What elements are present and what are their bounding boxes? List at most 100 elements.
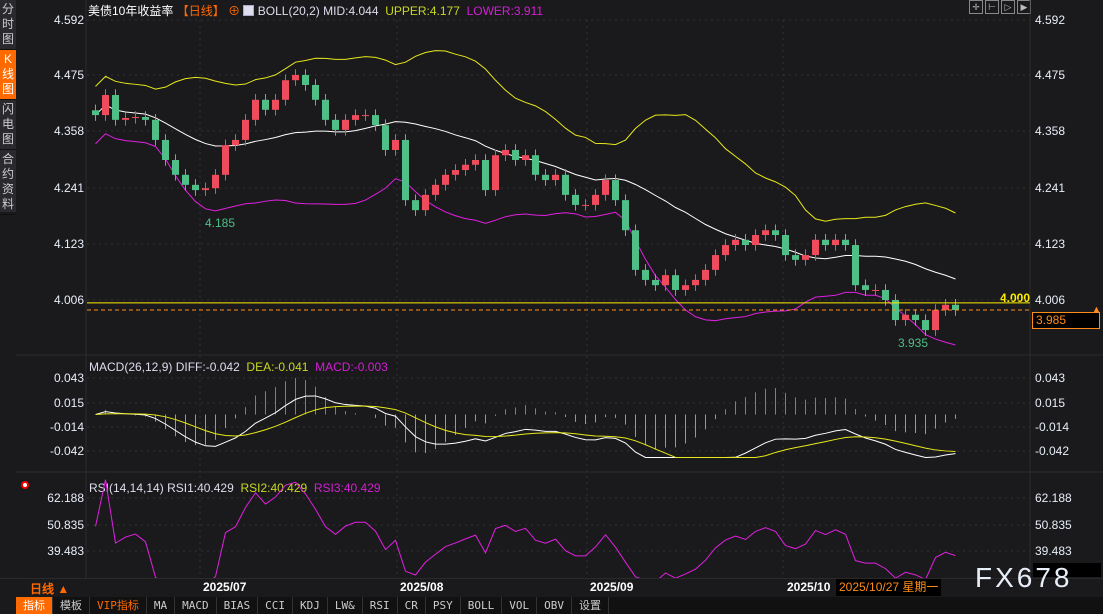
candle-body	[422, 194, 429, 211]
candle-body	[122, 117, 129, 120]
candle-body	[822, 239, 829, 246]
cursor-date: 2025/10/27 星期一	[836, 579, 942, 596]
candle-body	[452, 170, 459, 175]
candle-body	[192, 184, 199, 191]
candle-body	[812, 239, 819, 256]
candle-body	[512, 149, 519, 160]
candle-body	[242, 119, 249, 140]
candle-body	[652, 279, 659, 286]
candle-body	[462, 164, 469, 171]
candle-body	[662, 275, 669, 286]
candle-body	[332, 119, 339, 130]
rsi-line	[95, 479, 956, 586]
candle-body	[712, 255, 719, 270]
boll-upper-line	[95, 50, 956, 222]
tab-10[interactable]: CR	[398, 597, 426, 614]
candle-body	[552, 174, 559, 181]
date-tick: 2025/09	[590, 580, 634, 594]
candle-body	[472, 159, 479, 165]
candle-body	[132, 116, 139, 118]
candle-body	[692, 279, 699, 286]
tab-4[interactable]: MACD	[175, 597, 217, 614]
tab-3[interactable]: MA	[147, 597, 176, 614]
kline-chart[interactable]	[0, 0, 1103, 614]
candle-body	[952, 304, 959, 311]
candle-body	[352, 115, 359, 120]
candle-body	[852, 245, 859, 286]
candle-body	[312, 84, 319, 100]
candle-body	[622, 200, 629, 231]
candle-body	[322, 99, 329, 120]
candle-body	[412, 200, 419, 211]
candle-body	[162, 139, 169, 160]
candle-body	[542, 174, 549, 181]
candle-body	[752, 235, 759, 246]
candle-body	[602, 180, 609, 195]
candle-body	[832, 239, 839, 246]
candle-body	[292, 74, 299, 81]
tab-14[interactable]: OBV	[537, 597, 572, 614]
tab-1[interactable]: 模板	[53, 597, 90, 614]
tab-6[interactable]: CCI	[258, 597, 293, 614]
candle-body	[942, 304, 949, 311]
tab-0[interactable]: 指标	[16, 597, 53, 614]
candle-body	[362, 115, 369, 117]
candle-body	[532, 155, 539, 175]
date-tick: 2025/10	[787, 580, 831, 594]
candle-body	[682, 285, 689, 290]
candle-body	[202, 188, 209, 191]
candle-body	[732, 239, 739, 246]
candle-body	[572, 194, 579, 205]
candle-body	[252, 99, 259, 120]
date-tick: 2025/08	[400, 580, 444, 594]
candle-body	[142, 116, 149, 120]
candle-body	[672, 275, 679, 290]
tab-8[interactable]: LW&	[328, 597, 363, 614]
tab-5[interactable]: BIAS	[217, 597, 259, 614]
candle-body	[92, 110, 99, 116]
period-selector[interactable]: 日线 ▲	[30, 580, 69, 597]
candle-body	[262, 99, 269, 110]
candle-body	[922, 320, 929, 331]
tab-11[interactable]: PSY	[426, 597, 461, 614]
candle-body	[282, 80, 289, 100]
candle-body	[642, 269, 649, 280]
tab-12[interactable]: BOLL	[461, 597, 503, 614]
candle-body	[102, 95, 109, 116]
candle-body	[802, 255, 809, 260]
tab-15[interactable]: 设置	[572, 597, 609, 614]
candle-body	[612, 180, 619, 201]
candle-body	[592, 194, 599, 205]
candle-body	[212, 174, 219, 189]
candle-body	[842, 239, 849, 246]
tab-13[interactable]: VOL	[502, 597, 538, 614]
candle-body	[632, 230, 639, 270]
candle-body	[342, 119, 349, 130]
candle-body	[792, 255, 799, 260]
candle-body	[562, 174, 569, 195]
candle-body	[582, 204, 589, 206]
candle-body	[172, 159, 179, 175]
candle-body	[482, 159, 489, 191]
tab-9[interactable]: RSI	[363, 597, 398, 614]
candle-body	[442, 174, 449, 185]
date-tick: 2025/07	[203, 580, 247, 594]
candle-body	[522, 155, 529, 160]
candle-body	[232, 139, 239, 146]
tab-7[interactable]: KDJ	[293, 597, 328, 614]
candle-body	[882, 289, 889, 300]
candle-body	[302, 74, 309, 85]
candle-body	[932, 310, 939, 331]
candle-body	[902, 314, 909, 321]
candle-body	[392, 139, 399, 150]
candle-body	[502, 149, 509, 156]
watermark-logo: FX678	[975, 562, 1073, 593]
candle-body	[182, 174, 189, 185]
tab-2[interactable]: VIP指标	[90, 597, 147, 614]
candle-body	[862, 285, 869, 290]
candle-body	[382, 125, 389, 150]
candle-body	[782, 235, 789, 256]
candle-body	[762, 230, 769, 236]
candle-body	[772, 230, 779, 236]
candle-body	[112, 95, 119, 120]
